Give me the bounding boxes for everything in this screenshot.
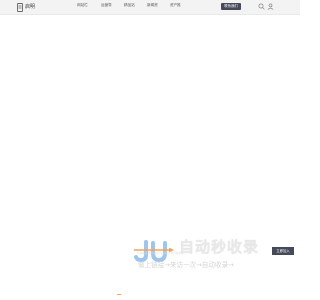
user-icon[interactable] <box>267 3 274 10</box>
orange-accent-mark <box>117 294 121 295</box>
top-navigation-bar: 启明 网站栏 运营导 精品站 新闻资 资产推 联系我们 <box>0 0 300 15</box>
promo-banner[interactable]: 自动秒收录 自动收录 网站收录 优先展示 提升权重 做上链接→来访一次→自动收录… <box>121 233 300 277</box>
main-nav: 网站栏 运营导 精品站 新闻资 资产推 <box>0 3 300 12</box>
banner-caption: 自动收录 网站收录 优先展示 提升权重 <box>137 252 181 255</box>
nav-item-4[interactable]: 新闻资 <box>147 3 158 8</box>
banner-subtitle: 做上链接→来访一次→自动收录→ <box>138 261 234 269</box>
banner-title: 自动秒收录 <box>179 238 260 256</box>
nav-item-5[interactable]: 资产推 <box>170 3 181 8</box>
banner-logo-j <box>134 240 148 263</box>
nav-item-1[interactable]: 网站栏 <box>77 3 88 8</box>
banner-join-button[interactable]: 立即加入 <box>272 247 294 255</box>
join-button[interactable]: 联系我们 <box>221 3 241 10</box>
nav-item-3[interactable]: 精品站 <box>124 3 135 8</box>
nav-item-2[interactable]: 运营导 <box>101 3 112 8</box>
search-icon[interactable] <box>258 3 265 10</box>
